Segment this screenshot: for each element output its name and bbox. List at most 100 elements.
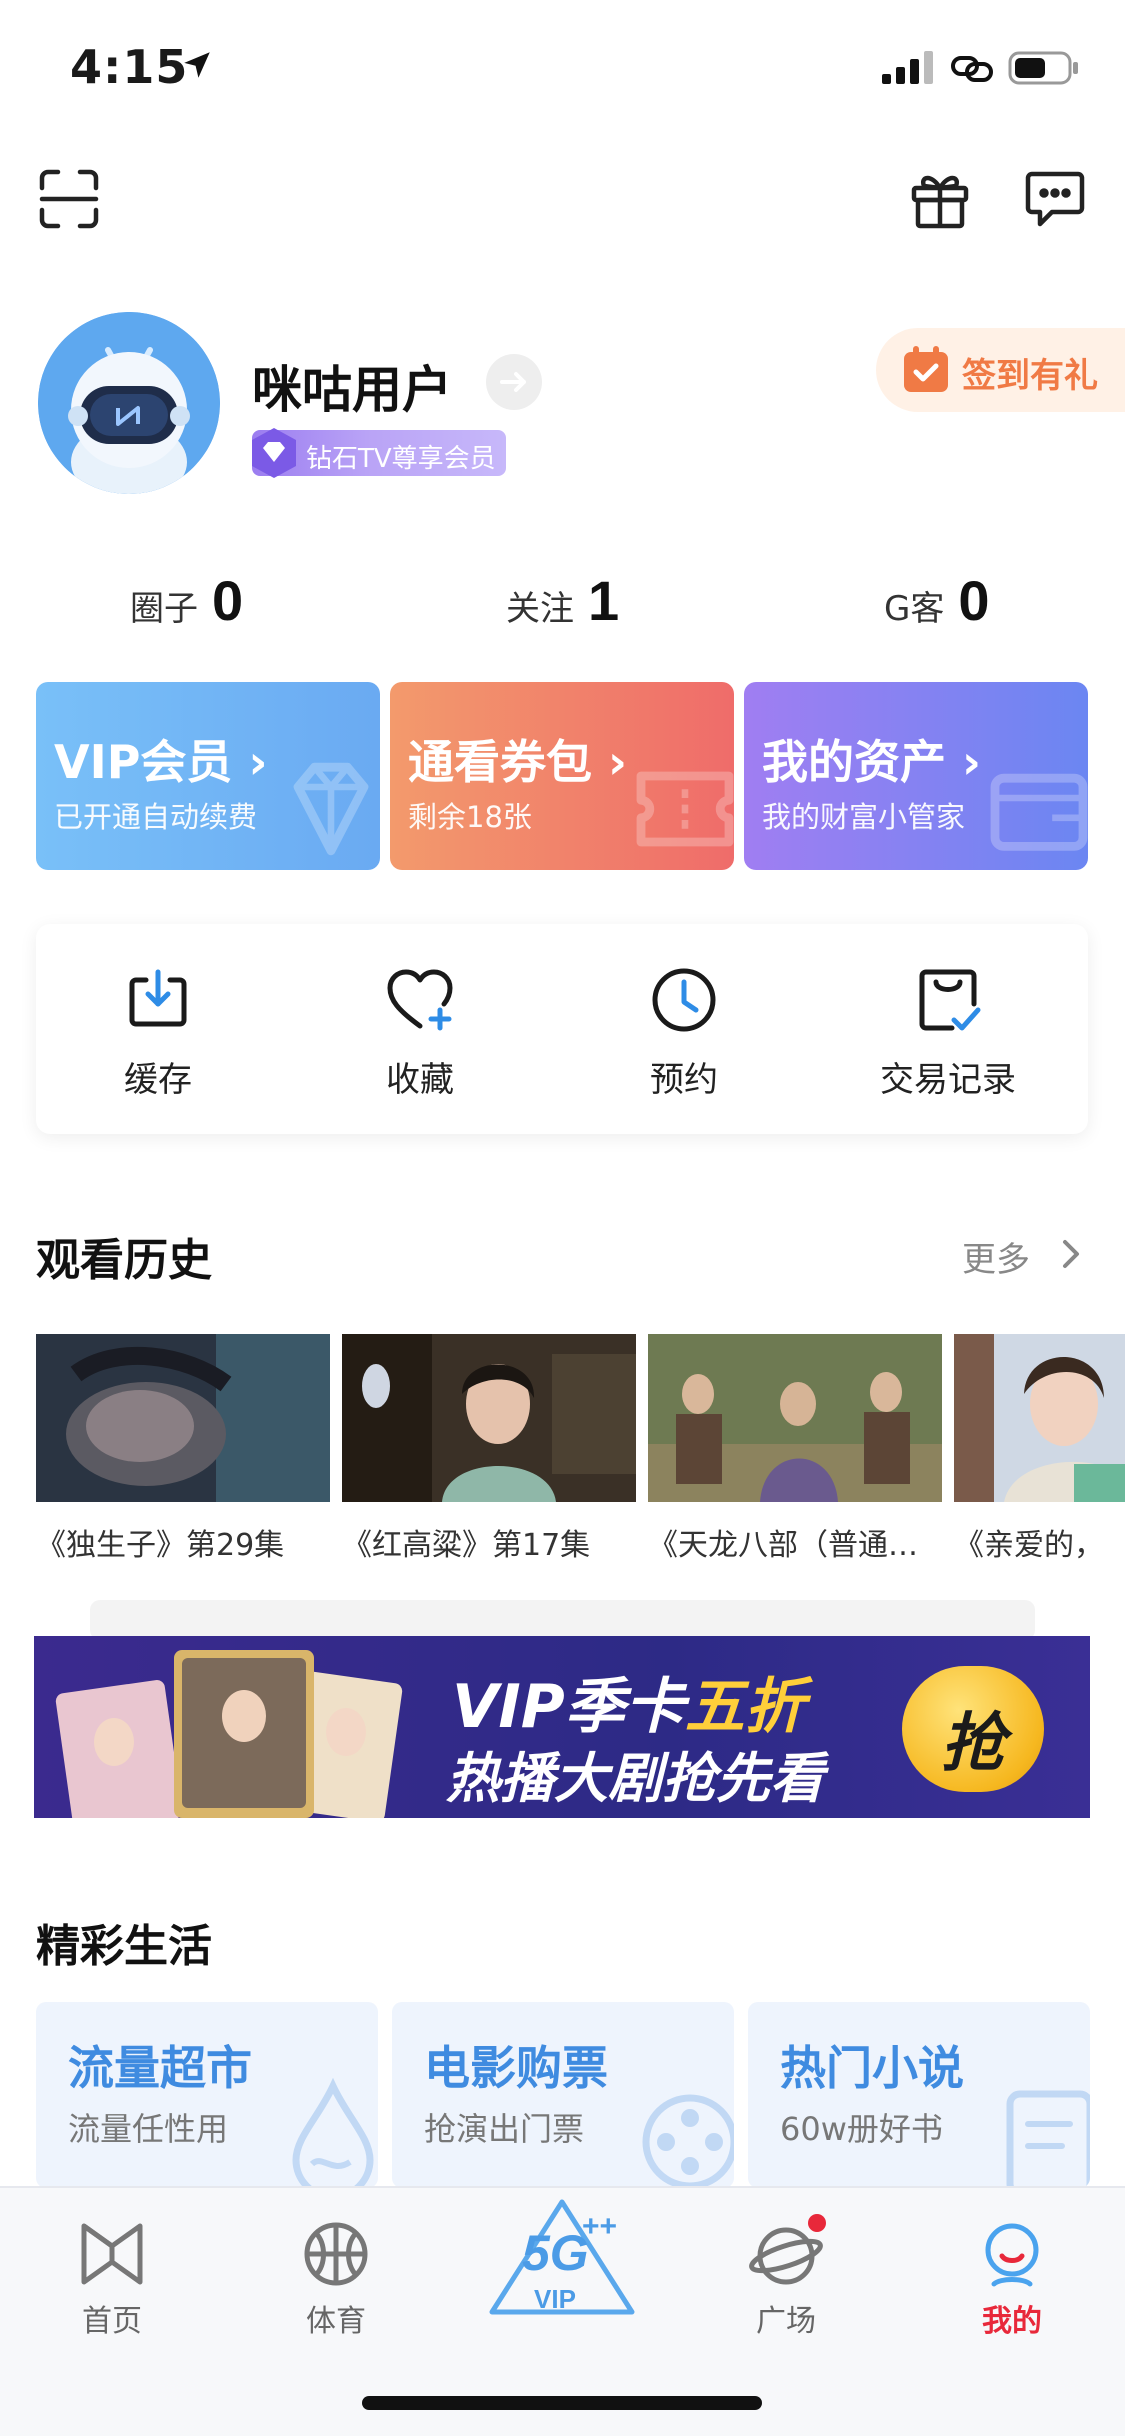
life-card-novels[interactable]: 热门小说 60w册好书 <box>748 2002 1090 2188</box>
film-reel-watermark-icon <box>642 2094 734 2188</box>
status-time: 4:15 <box>70 40 189 94</box>
history-caption: 《独生子》第29集 <box>36 1528 285 1563</box>
tab-label: 我的 <box>982 2304 1042 2339</box>
arrow-right-icon <box>500 372 526 392</box>
status-bar: 4:15 <box>0 0 1125 140</box>
tab-label: 首页 <box>82 2304 142 2339</box>
card-subtitle: 已开通自动续费 <box>54 800 258 834</box>
chevron-right-icon[interactable] <box>1056 1234 1086 1274</box>
stat-gke[interactable]: G客 0 <box>884 568 990 632</box>
action-favorites[interactable]: 收藏 <box>320 964 520 1104</box>
promo-banner[interactable]: VIP季卡五折 热播大剧抢先看 抢 <box>34 1636 1090 1818</box>
checkin-button[interactable]: 签到有礼 <box>876 328 1125 412</box>
life-card-title: 电影购票 <box>424 2041 608 2095</box>
cell-signal-icon <box>882 51 933 84</box>
life-card-subtitle: 抢演出门票 <box>424 2110 585 2148</box>
stat-value: 0 <box>212 569 244 632</box>
banner-stack-shadow <box>90 1600 1035 1640</box>
tab-mine[interactable]: 我的 <box>942 2216 1082 2340</box>
drama-posters-image <box>55 1650 403 1818</box>
basketball-icon <box>304 2222 368 2286</box>
video-still-image <box>648 1334 942 1502</box>
card-title: 通看券包 › <box>408 735 627 789</box>
tab-home[interactable]: 首页 <box>42 2216 182 2340</box>
username[interactable]: 咪咕用户 <box>252 350 452 422</box>
card-subtitle: 剩余18张 <box>408 800 532 834</box>
diamond-icon <box>252 428 296 478</box>
life-card-title: 热门小说 <box>780 2041 964 2095</box>
action-label: 交易记录 <box>880 1060 1016 1100</box>
life-card-movie-tickets[interactable]: 电影购票 抢演出门票 <box>392 2002 734 2188</box>
life-section-title: 精彩生活 <box>36 1921 212 1972</box>
history-thumbnail[interactable] <box>954 1334 1125 1502</box>
life-card-title: 流量超市 <box>68 2041 252 2095</box>
action-label: 缓存 <box>124 1060 192 1100</box>
vip-badge-label: 钻石TV尊享会员 <box>306 444 496 474</box>
checkin-label: 签到有礼 <box>962 356 1098 396</box>
vip-level-badge[interactable]: 钻石TV尊享会员 <box>252 428 506 478</box>
receipt-check-icon <box>919 969 981 1031</box>
avatar[interactable] <box>38 312 220 494</box>
action-label: 收藏 <box>386 1060 454 1100</box>
history-caption: 《亲爱的， <box>954 1528 1104 1563</box>
video-still-image <box>342 1334 636 1502</box>
stat-label: G客 <box>884 589 945 629</box>
banner-subheadline: 热播大剧抢先看 <box>446 1747 824 1810</box>
stat-label: 关注 <box>506 589 574 629</box>
svg-text:++: ++ <box>582 2210 617 2243</box>
history-thumbnail[interactable] <box>342 1334 636 1502</box>
ticket-pack-card[interactable]: 通看券包 › 剩余18张 <box>390 682 734 870</box>
stat-value: 0 <box>958 569 990 632</box>
vip-member-card[interactable]: VIP会员 › 已开通自动续费 <box>36 682 380 870</box>
history-thumbnail[interactable] <box>36 1334 330 1502</box>
stat-circles[interactable]: 圈子 0 <box>130 568 243 632</box>
action-label: 预约 <box>650 1060 718 1100</box>
stat-label: 圈子 <box>130 589 198 629</box>
quick-actions-panel: 缓存 收藏 预约 交易记录 <box>36 924 1088 1134</box>
tab-label: 体育 <box>306 2304 366 2339</box>
action-reservation[interactable]: 预约 <box>584 964 784 1104</box>
astronaut-avatar-icon <box>38 312 220 494</box>
banner-headline-part1: VIP季卡 <box>452 1672 685 1742</box>
video-still-image <box>954 1334 1125 1502</box>
download-icon <box>129 969 187 1027</box>
profile-smile-icon <box>985 2223 1039 2287</box>
wallet-watermark-icon <box>990 773 1088 851</box>
life-card-subtitle: 流量任性用 <box>68 2110 229 2148</box>
message-icon[interactable] <box>1024 168 1086 230</box>
notification-dot <box>808 2214 826 2232</box>
tab-plaza[interactable]: 广场 <box>716 2214 856 2340</box>
ticket-watermark-icon <box>636 771 734 847</box>
history-more-link[interactable]: 更多 <box>962 1232 1030 1281</box>
tab-sports[interactable]: 体育 <box>266 2216 406 2340</box>
droplet-watermark-icon <box>292 2078 374 2188</box>
calendar-check-icon <box>904 346 948 392</box>
card-subtitle: 我的财富小管家 <box>762 800 966 834</box>
banner-button-label: 抢 <box>941 1707 1005 1781</box>
profile-arrow-button[interactable] <box>486 354 542 410</box>
home-indicator <box>362 2396 762 2410</box>
scan-icon[interactable] <box>38 168 100 230</box>
location-arrow-icon <box>184 52 210 78</box>
stat-value: 1 <box>588 569 620 632</box>
banner-grab-button[interactable]: 抢 <box>902 1666 1044 1792</box>
banner-headline: VIP季卡五折 <box>452 1658 805 1745</box>
svg-text:VIP: VIP <box>534 2284 576 2314</box>
5g-vip-tab-icon[interactable]: 5G ++ VIP <box>482 2196 642 2326</box>
action-download[interactable]: 缓存 <box>58 964 258 1104</box>
stat-following[interactable]: 关注 1 <box>506 568 619 632</box>
history-caption: 《天龙八部（普通… <box>648 1528 918 1563</box>
heart-plus-icon <box>387 969 453 1031</box>
diamond-watermark-icon <box>293 762 369 856</box>
home-logo-icon <box>81 2223 143 2285</box>
link-icon <box>951 56 993 82</box>
history-thumbnail[interactable] <box>648 1334 942 1502</box>
my-assets-card[interactable]: 我的资产 › 我的财富小管家 <box>744 682 1088 870</box>
tab-label: 广场 <box>756 2304 816 2339</box>
action-transactions[interactable]: 交易记录 <box>848 964 1048 1104</box>
gift-icon[interactable] <box>908 166 972 230</box>
life-card-data-market[interactable]: 流量超市 流量任性用 <box>36 2002 378 2188</box>
battery-icon <box>1008 51 1078 85</box>
life-card-subtitle: 60w册好书 <box>780 2110 943 2148</box>
history-caption: 《红高粱》第17集 <box>342 1528 591 1563</box>
